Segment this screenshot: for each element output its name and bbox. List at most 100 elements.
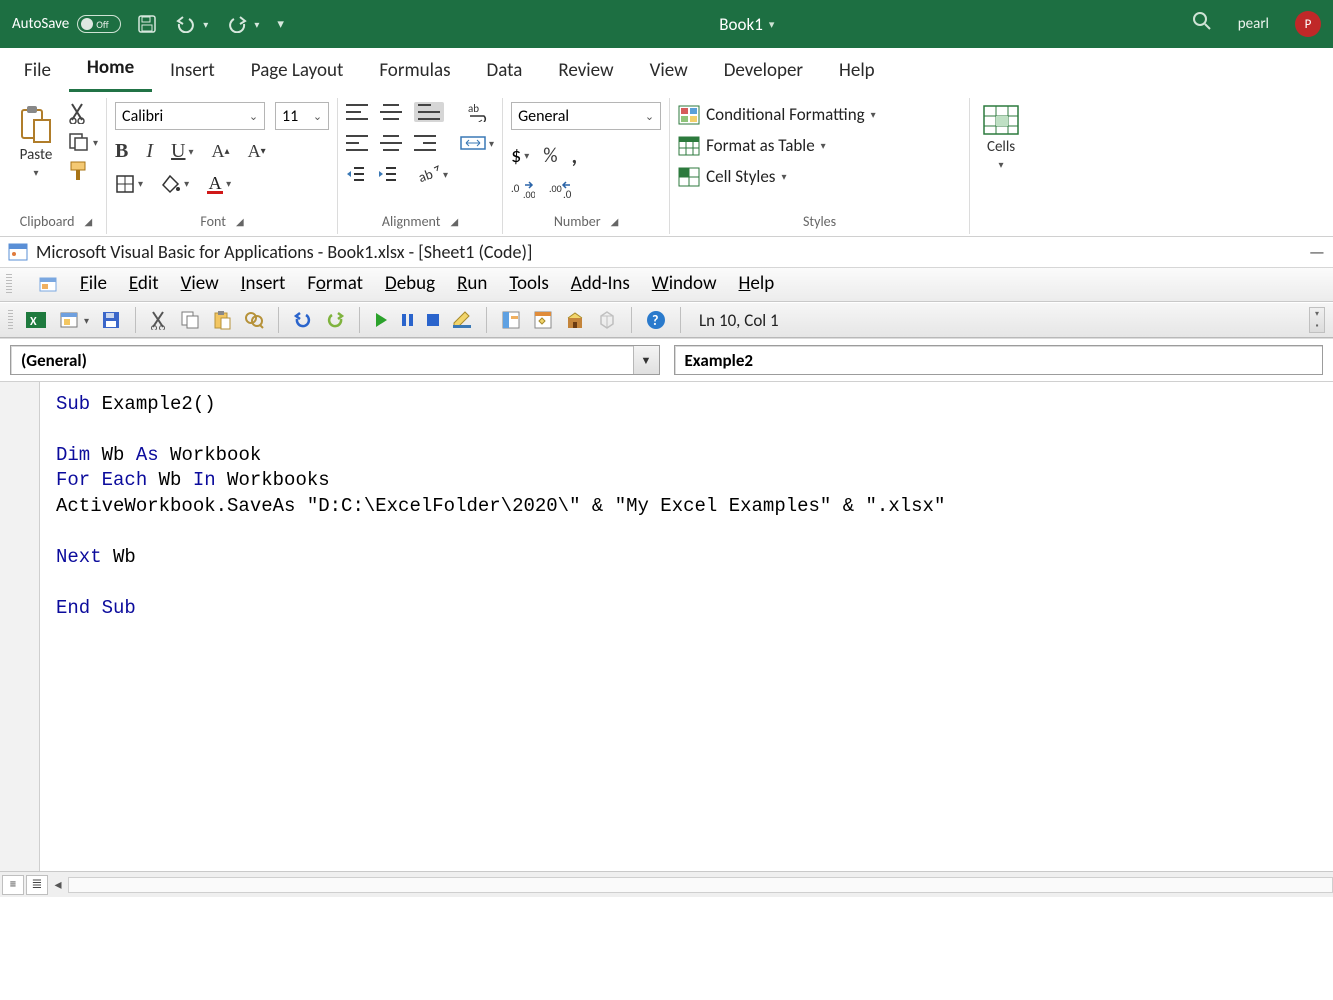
workbook-title[interactable]: Book1 ▾ (302, 14, 1192, 35)
format-painter-icon[interactable] (68, 160, 90, 182)
find-icon[interactable] (244, 310, 264, 330)
vbe-menu-addins[interactable]: Add-Ins (571, 272, 630, 295)
margin-indicator-bar[interactable] (0, 382, 40, 871)
toolbox-icon[interactable] (597, 310, 617, 330)
tab-help[interactable]: Help (821, 51, 893, 92)
percent-format-icon[interactable]: % (543, 144, 557, 168)
paste-icon[interactable] (212, 310, 232, 330)
break-icon[interactable] (400, 312, 414, 328)
increase-font-icon[interactable]: A▴ (212, 141, 230, 162)
toolbar-grip-icon[interactable] (8, 310, 13, 330)
borders-icon[interactable]: ▾ (115, 174, 143, 194)
align-left-icon[interactable] (346, 135, 368, 151)
tab-home[interactable]: Home (69, 48, 152, 92)
save-icon[interactable] (101, 310, 121, 330)
copy-icon[interactable] (180, 310, 200, 330)
code-editor[interactable]: Sub Example2() Dim Wb As Workbook For Ea… (40, 382, 1333, 871)
alignment-dialog-launcher-icon[interactable]: ◢ (450, 215, 458, 228)
align-bottom-icon[interactable] (414, 102, 444, 122)
procedure-selector[interactable]: Example2 (674, 345, 1324, 375)
decrease-indent-icon[interactable] (346, 165, 366, 183)
cut-icon[interactable] (68, 102, 88, 124)
number-dialog-launcher-icon[interactable]: ◢ (611, 215, 619, 228)
tab-page-layout[interactable]: Page Layout (233, 51, 362, 92)
paste-button[interactable]: Paste ▾ (14, 102, 58, 181)
font-name-dropdown[interactable]: Calibri⌄ (115, 102, 265, 130)
tab-developer[interactable]: Developer (706, 51, 821, 92)
copy-icon[interactable]: ▾ (68, 132, 98, 152)
project-explorer-icon[interactable] (501, 310, 521, 330)
tab-review[interactable]: Review (540, 51, 631, 92)
vbe-menu-run[interactable]: Run (457, 272, 487, 295)
merge-center-icon[interactable]: ▾ (460, 134, 494, 152)
align-middle-icon[interactable] (380, 104, 402, 120)
search-icon[interactable] (1192, 11, 1212, 37)
orientation-icon[interactable]: ab▾ (418, 164, 448, 184)
help-icon[interactable]: ? (646, 310, 666, 330)
bold-icon[interactable]: B (115, 140, 128, 163)
menubar-grip-icon[interactable] (6, 274, 12, 294)
wrap-text-icon[interactable]: ab (468, 102, 492, 122)
undo-icon[interactable]: ▾ (175, 15, 208, 33)
vbe-menu-tools[interactable]: Tools (509, 272, 548, 295)
number-format-dropdown[interactable]: General⌄ (511, 102, 661, 130)
cells-button[interactable]: Cells ▾ (978, 102, 1024, 173)
avatar[interactable]: P (1295, 11, 1321, 37)
tab-file[interactable]: File (6, 51, 69, 92)
vbe-menu-help[interactable]: Help (739, 272, 775, 295)
redo-icon[interactable] (325, 311, 345, 329)
scroll-left-icon[interactable]: ◂ (48, 876, 68, 893)
procedure-view-icon[interactable]: ≡ (2, 875, 24, 895)
align-center-icon[interactable] (380, 135, 402, 151)
vbe-menu-insert[interactable]: Insert (241, 272, 286, 295)
decrease-font-icon[interactable]: A▾ (248, 141, 266, 162)
comma-format-icon[interactable]: , (572, 142, 578, 169)
full-module-view-icon[interactable]: ≣ (26, 875, 48, 895)
horizontal-scrollbar[interactable] (68, 877, 1333, 893)
vbe-menu-edit[interactable]: Edit (129, 272, 159, 295)
redo-icon[interactable]: ▾ (226, 15, 259, 33)
toolbar-options-icon[interactable]: ▾▪ (1309, 307, 1325, 333)
vbe-menu-window[interactable]: Window (652, 272, 717, 295)
accounting-format-icon[interactable]: $▾ (511, 144, 529, 168)
italic-icon[interactable]: I (146, 140, 153, 163)
decrease-decimal-icon[interactable]: .00.0 (549, 181, 573, 199)
increase-indent-icon[interactable] (378, 165, 398, 183)
view-excel-icon[interactable]: X (25, 310, 47, 330)
insert-module-icon[interactable]: ▾ (59, 310, 89, 330)
align-top-icon[interactable] (346, 104, 368, 120)
vbe-menu-format[interactable]: Format (307, 272, 363, 295)
tab-insert[interactable]: Insert (152, 51, 233, 92)
undo-icon[interactable] (293, 311, 313, 329)
properties-window-icon[interactable] (533, 310, 553, 330)
object-selector[interactable]: (General) ▼ (10, 345, 660, 375)
clipboard-dialog-launcher-icon[interactable]: ◢ (85, 215, 93, 228)
increase-decimal-icon[interactable]: .0.00 (511, 181, 535, 199)
tab-formulas[interactable]: Formulas (361, 51, 468, 92)
font-size-dropdown[interactable]: 11⌄ (275, 102, 329, 130)
object-browser-icon[interactable] (565, 310, 585, 330)
vbe-minimize-icon[interactable]: — (1309, 241, 1325, 263)
qat-customize-icon[interactable]: ▾ (277, 17, 284, 32)
underline-icon[interactable]: U▾ (171, 140, 193, 163)
vbe-menu-debug[interactable]: Debug (385, 272, 435, 295)
reset-icon[interactable] (426, 313, 440, 327)
align-right-icon[interactable] (414, 135, 436, 151)
conditional-formatting-button[interactable]: Conditional Formatting▾ (678, 102, 876, 127)
save-icon[interactable] (137, 14, 157, 34)
font-color-icon[interactable]: A▾ (207, 173, 231, 194)
format-as-table-button[interactable]: Format as Table▾ (678, 133, 826, 158)
vbe-menu-view[interactable]: View (181, 272, 219, 295)
cut-icon[interactable] (150, 310, 168, 330)
run-icon[interactable] (374, 312, 388, 328)
design-mode-icon[interactable] (452, 310, 472, 330)
tab-data[interactable]: Data (469, 51, 541, 92)
fill-color-icon[interactable]: ▾ (161, 174, 189, 194)
vbe-menu-file[interactable]: File (80, 272, 107, 295)
tab-view[interactable]: View (632, 51, 706, 92)
cell-styles-button[interactable]: Cell Styles▾ (678, 164, 786, 189)
chevron-down-icon[interactable]: ▼ (633, 346, 659, 374)
font-dialog-launcher-icon[interactable]: ◢ (236, 215, 244, 228)
vbe-control-icon[interactable] (38, 275, 58, 293)
autosave-toggle[interactable]: Off (77, 15, 121, 33)
